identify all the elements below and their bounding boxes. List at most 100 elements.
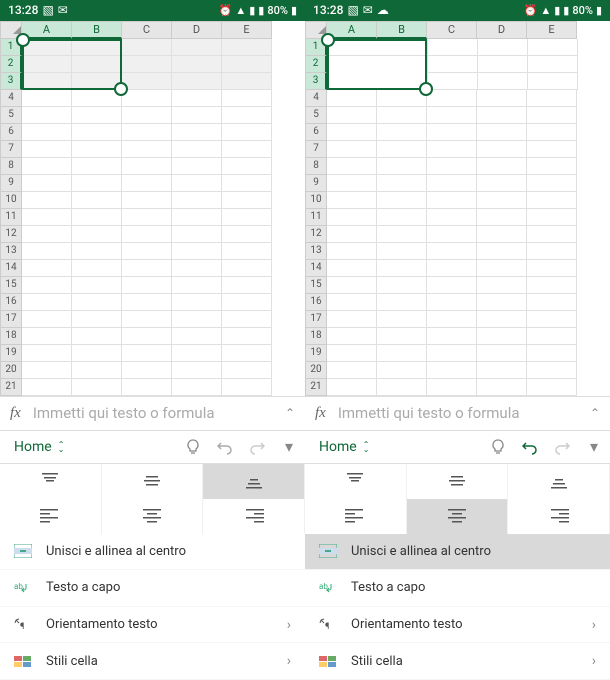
dropdown-icon[interactable]: ▾ [279,437,299,457]
fx-label[interactable]: fx [315,405,326,422]
expand-icon[interactable]: ⌃ [590,406,600,420]
row-header[interactable]: 4 [305,90,327,107]
row-header[interactable]: 18 [305,328,327,345]
row-header[interactable]: 1 [0,39,22,56]
col-header-c[interactable]: C [122,21,172,39]
lightbulb-icon[interactable] [488,437,508,457]
row-header[interactable]: 13 [305,243,327,260]
expand-icon[interactable]: ⌃ [285,406,295,420]
undo-icon[interactable] [520,437,540,457]
vertical-align-row [0,464,305,499]
row-header[interactable]: 10 [0,192,22,209]
row-header[interactable]: 12 [0,226,22,243]
row-header[interactable]: 16 [305,294,327,311]
align-right-button[interactable] [203,499,305,534]
row-header[interactable]: 15 [305,277,327,294]
spreadsheet-grid[interactable]: A B C D E 1 2 3 4 5 6 7 8 9 10 11 12 13 … [305,21,610,396]
align-middle-button[interactable] [102,464,204,499]
col-header-d[interactable]: D [172,21,222,39]
row-header[interactable]: 20 [0,362,22,379]
row-header[interactable]: 11 [0,209,22,226]
align-middle-button[interactable] [407,464,509,499]
row-header[interactable]: 8 [0,158,22,175]
cell-styles-button[interactable]: Stili cella › [0,643,305,680]
row-header[interactable]: 11 [305,209,327,226]
align-top-button[interactable] [0,464,102,499]
align-right-button[interactable] [508,499,610,534]
lightbulb-icon[interactable] [183,437,203,457]
tab-home[interactable]: Home ⌃⌄ [6,433,72,461]
row-header[interactable]: 20 [305,362,327,379]
row-header[interactable]: 14 [0,260,22,277]
row-header[interactable]: 9 [0,175,22,192]
redo-icon[interactable] [552,437,572,457]
row-header[interactable]: 19 [305,345,327,362]
undo-icon[interactable] [215,437,235,457]
horizontal-align-row [305,499,610,534]
col-header-b[interactable]: B [377,21,427,39]
wrap-text-button[interactable]: ab Testo a capo [305,570,610,607]
align-left-button[interactable] [0,499,102,534]
col-header-a[interactable]: A [327,21,377,39]
text-orientation-button[interactable]: ¶ Orientamento testo › [0,607,305,644]
align-bottom-button[interactable] [508,464,610,499]
align-left-button[interactable] [305,499,407,534]
orientation-icon: ¶ [14,616,32,634]
row-header[interactable]: 14 [305,260,327,277]
cell-styles-button[interactable]: Stili cella › [305,643,610,680]
merge-center-button[interactable]: Unisci e allinea al centro [305,534,610,571]
chat-icon: ✉ [363,3,373,17]
select-all-corner[interactable] [305,21,327,39]
merge-center-button[interactable]: Unisci e allinea al centro [0,534,305,571]
row-header[interactable]: 21 [305,379,327,396]
row-header[interactable]: 15 [0,277,22,294]
col-header-d[interactable]: D [477,21,527,39]
row-header[interactable]: 5 [0,107,22,124]
col-header-b[interactable]: B [72,21,122,39]
chevron-right-icon: › [592,617,596,633]
wrap-text-button[interactable]: ab Testo a capo [0,570,305,607]
align-bottom-button[interactable] [203,464,305,499]
align-center-button[interactable] [102,499,204,534]
row-header[interactable]: 17 [0,311,22,328]
col-header-e[interactable]: E [527,21,577,39]
row-header[interactable]: 3 [305,73,327,90]
row-header[interactable]: 12 [305,226,327,243]
row-header[interactable]: 8 [305,158,327,175]
row-header[interactable]: 2 [305,56,327,73]
row-header[interactable]: 6 [0,124,22,141]
row-header[interactable]: 17 [305,311,327,328]
row-header[interactable]: 19 [0,345,22,362]
formula-input[interactable]: Immetti qui testo o formula [338,404,578,422]
dropdown-icon[interactable]: ▾ [584,437,604,457]
vertical-align-row [305,464,610,499]
row-header[interactable]: 6 [305,124,327,141]
col-header-e[interactable]: E [222,21,272,39]
row-header[interactable]: 5 [305,107,327,124]
align-center-button[interactable] [407,499,509,534]
row-header[interactable]: 2 [0,56,22,73]
row-header[interactable]: 9 [305,175,327,192]
spreadsheet-grid[interactable]: A B C D E 1 2 3 4 5 6 7 8 9 10 11 12 13 … [0,21,305,396]
redo-icon[interactable] [247,437,267,457]
row-header[interactable]: 10 [305,192,327,209]
text-orientation-button[interactable]: ¶ Orientamento testo › [305,607,610,644]
row-header[interactable]: 18 [0,328,22,345]
row-header[interactable]: 21 [0,379,22,396]
row-header[interactable]: 13 [0,243,22,260]
select-all-corner[interactable] [0,21,22,39]
row-header[interactable]: 3 [0,73,22,90]
row-header[interactable]: 7 [305,141,327,158]
col-header-a[interactable]: A [22,21,72,39]
tab-home[interactable]: Home ⌃⌄ [311,433,377,461]
fx-label[interactable]: fx [10,405,21,422]
signal-icon: ▮ [249,4,255,17]
formula-input[interactable]: Immetti qui testo o formula [33,404,273,422]
row-header[interactable]: 1 [305,39,327,56]
row-header[interactable]: 16 [0,294,22,311]
align-top-button[interactable] [305,464,407,499]
picture-icon: ▧ [42,3,53,17]
row-header[interactable]: 4 [0,90,22,107]
col-header-c[interactable]: C [427,21,477,39]
row-header[interactable]: 7 [0,141,22,158]
